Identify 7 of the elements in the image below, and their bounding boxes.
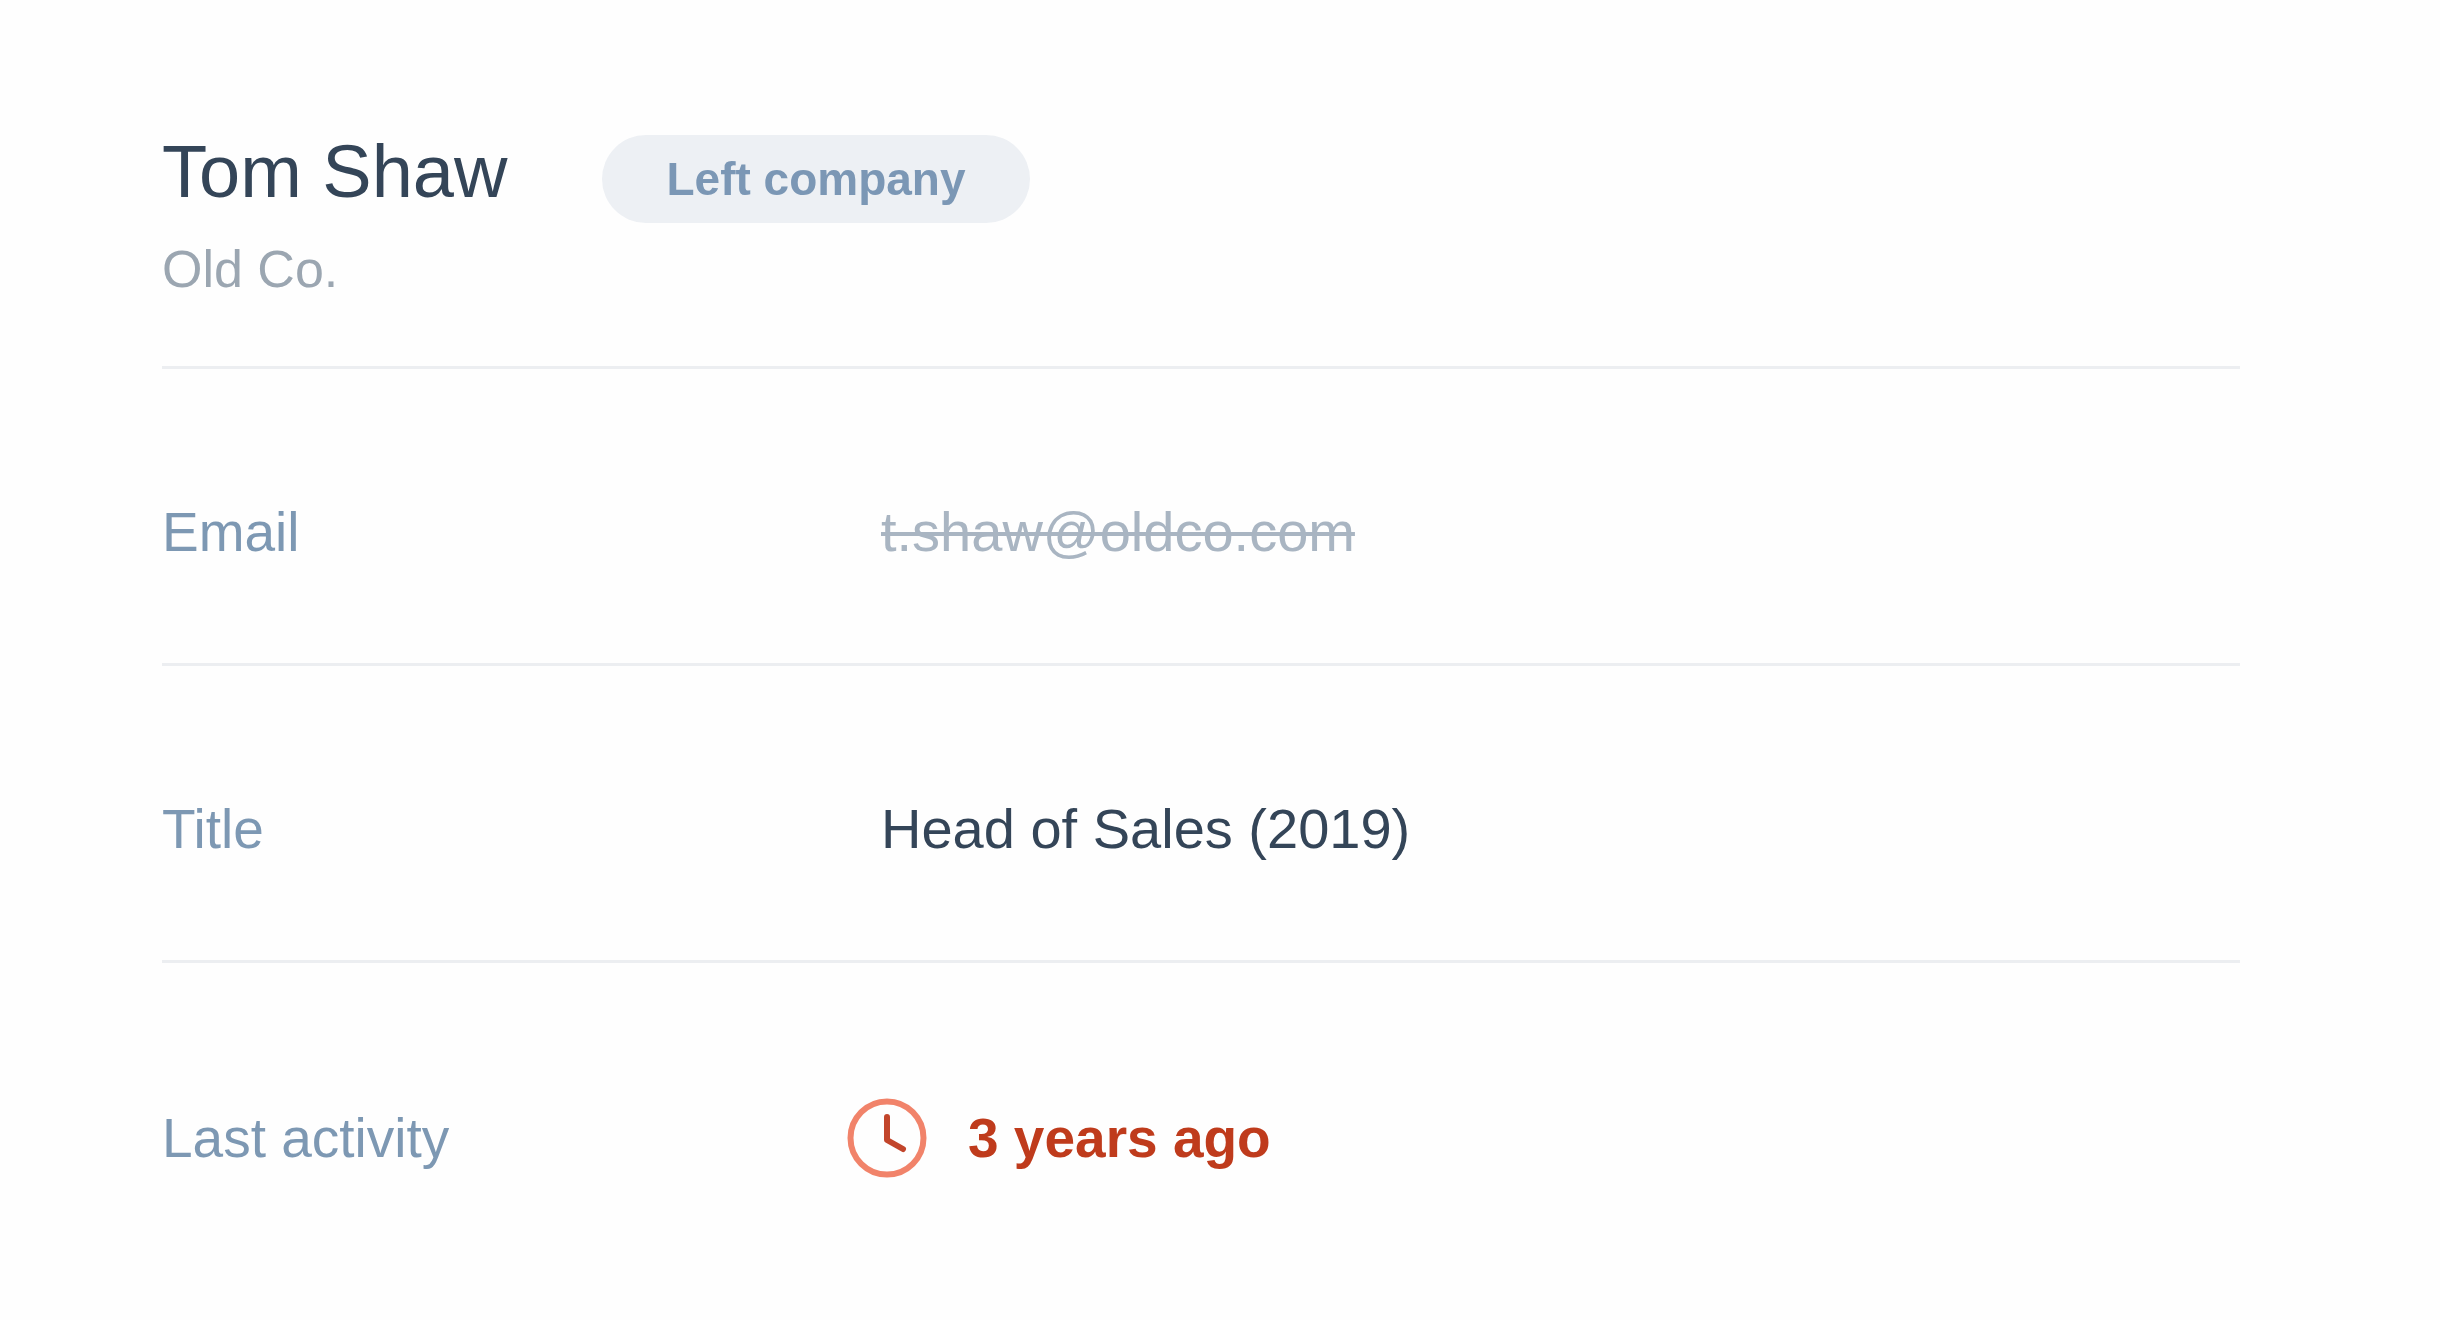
field-label: Title — [162, 801, 264, 857]
clock-icon — [847, 1098, 927, 1178]
company-name: Old Co. — [162, 243, 339, 295]
field-value: t.shaw@oldco.com — [881, 504, 1355, 560]
contact-name: Tom Shaw — [162, 135, 508, 209]
field-label: Email — [162, 504, 300, 560]
status-badge: Left company — [602, 135, 1030, 223]
